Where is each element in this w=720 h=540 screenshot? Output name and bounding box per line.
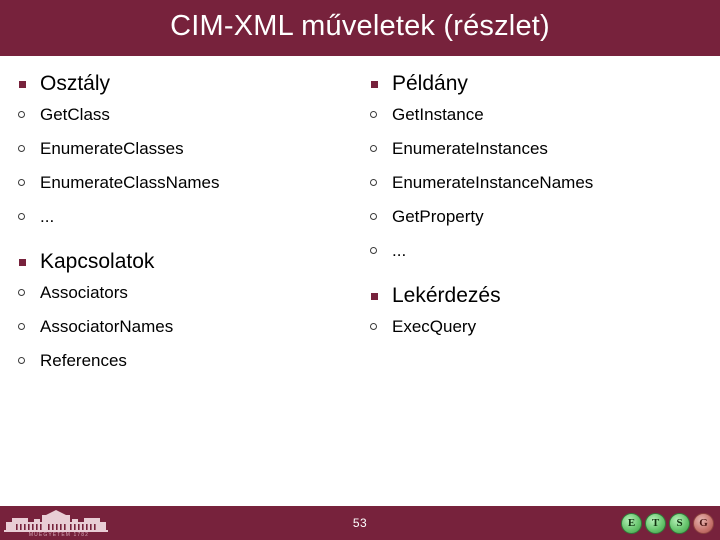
circle-bullet-icon [18, 323, 25, 330]
circle-bullet-icon [370, 179, 377, 186]
circle-bullet-icon [18, 357, 25, 364]
section-heading-lekerdezes: Lekérdezés [366, 282, 716, 310]
operation-list-lekerdezes: ExecQuery [366, 310, 716, 344]
operation-label: ... [40, 207, 55, 226]
circle-bullet-icon [370, 323, 377, 330]
list-item: GetProperty [366, 200, 716, 234]
page-title: CIM-XML műveletek (részlet) [170, 10, 550, 42]
section-heading-label: Kapcsolatok [40, 250, 155, 273]
list-item: GetInstance [366, 98, 716, 132]
list-item: GetClass [14, 98, 364, 132]
operation-label: GetInstance [392, 105, 484, 124]
circle-bullet-icon [370, 213, 377, 220]
section-kapcsolatok: Kapcsolatok Associators AssociatorNames … [14, 248, 364, 378]
operation-label: GetClass [40, 105, 110, 124]
list-item: EnumerateInstances [366, 132, 716, 166]
page-number: 53 [352, 516, 368, 530]
slide-footer: MŰEGYETEM 1782 53 E T S G [0, 506, 720, 540]
list-item: ... [14, 200, 364, 234]
list-item: ... [366, 234, 716, 268]
operation-label: EnumerateInstances [392, 139, 548, 158]
circle-bullet-icon [18, 111, 25, 118]
section-heading-peldany: Példány [366, 70, 716, 98]
operation-label: AssociatorNames [40, 317, 174, 336]
circle-bullet-icon [18, 289, 25, 296]
circle-bullet-icon [18, 179, 25, 186]
list-item: AssociatorNames [14, 310, 364, 344]
slide: CIM-XML műveletek (részlet) Osztály GetC… [0, 0, 720, 540]
section-heading-kapcsolatok: Kapcsolatok [14, 248, 364, 276]
badge-label: G [699, 517, 708, 529]
operation-label: EnumerateClasses [40, 139, 184, 158]
list-item: Associators [14, 276, 364, 310]
list-item: EnumerateClassNames [14, 166, 364, 200]
operation-list-osztaly: GetClass EnumerateClasses EnumerateClass… [14, 98, 364, 234]
badge-icon-g: G [693, 513, 714, 534]
operation-label: EnumerateClassNames [40, 173, 220, 192]
badge-icon-e: E [621, 513, 642, 534]
badge-icon-t: T [645, 513, 666, 534]
section-osztaly: Osztály GetClass EnumerateClasses Enumer… [14, 70, 364, 234]
section-heading-osztaly: Osztály [14, 70, 364, 98]
list-item: EnumerateClasses [14, 132, 364, 166]
operation-list-kapcsolatok: Associators AssociatorNames References [14, 276, 364, 378]
operation-label: ... [392, 241, 407, 260]
circle-bullet-icon [18, 145, 25, 152]
list-item: ExecQuery [366, 310, 716, 344]
square-bullet-icon [19, 81, 26, 88]
operation-label: GetProperty [392, 207, 484, 226]
circle-bullet-icon [18, 213, 25, 220]
operation-label: ExecQuery [392, 317, 477, 336]
footer-badges: E T S G [621, 512, 714, 535]
section-heading-list: Osztály [14, 70, 364, 98]
section-heading-list: Lekérdezés [366, 282, 716, 310]
section-lekerdezes: Lekérdezés ExecQuery [366, 282, 716, 344]
list-item: EnumerateInstanceNames [366, 166, 716, 200]
section-peldany: Példány GetInstance EnumerateInstances E… [366, 70, 716, 268]
operation-label: References [40, 351, 127, 370]
square-bullet-icon [371, 293, 378, 300]
circle-bullet-icon [370, 145, 377, 152]
circle-bullet-icon [370, 111, 377, 118]
operation-list-peldany: GetInstance EnumerateInstances Enumerate… [366, 98, 716, 268]
badge-icon-s: S [669, 513, 690, 534]
badge-label: T [651, 517, 660, 529]
circle-bullet-icon [370, 247, 377, 254]
section-heading-label: Osztály [40, 72, 111, 95]
badge-label: E [627, 517, 636, 529]
section-heading-list: Kapcsolatok [14, 248, 364, 276]
square-bullet-icon [19, 259, 26, 266]
operation-label: Associators [40, 283, 128, 302]
badge-label: S [676, 517, 683, 529]
slide-content: Osztály GetClass EnumerateClasses Enumer… [0, 56, 720, 506]
operation-label: EnumerateInstanceNames [392, 173, 594, 192]
list-item: References [14, 344, 364, 378]
square-bullet-icon [371, 81, 378, 88]
section-heading-label: Lekérdezés [392, 284, 501, 307]
slide-title-bar: CIM-XML műveletek (részlet) [0, 0, 720, 56]
section-heading-list: Példány [366, 70, 716, 98]
section-heading-label: Példány [392, 72, 468, 95]
